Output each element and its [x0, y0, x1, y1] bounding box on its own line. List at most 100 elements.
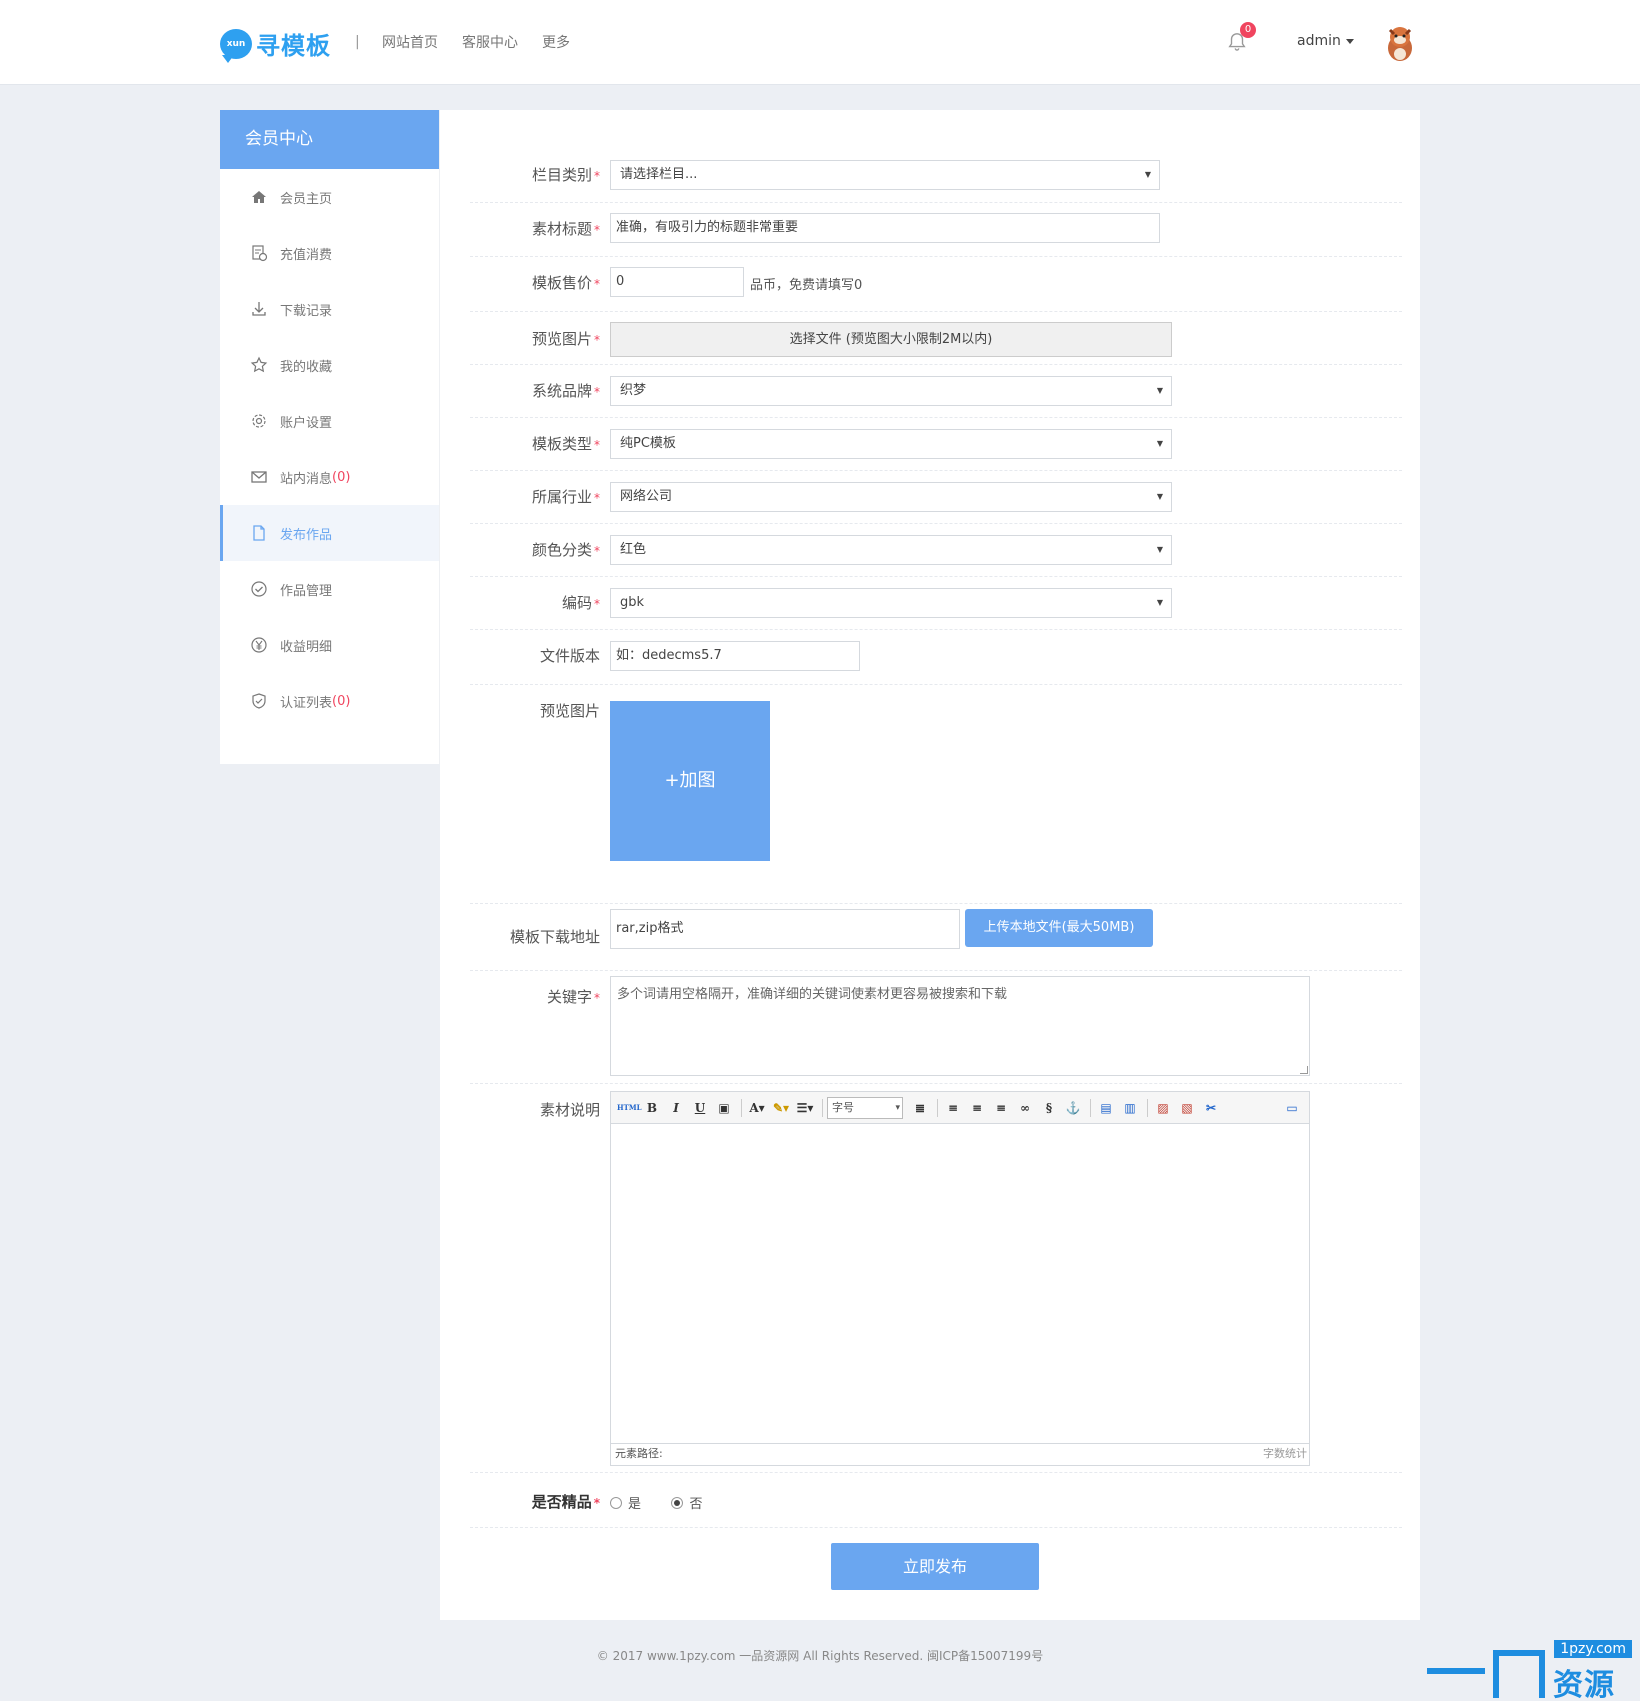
avatar[interactable] — [1383, 22, 1417, 62]
attachment-icon[interactable]: ✂ — [1200, 1097, 1222, 1119]
brand-select[interactable]: 织梦 — [610, 376, 1172, 406]
nav-home-link[interactable]: 网站首页 — [382, 32, 438, 52]
align-justify-icon[interactable]: ≡ — [990, 1097, 1012, 1119]
yen-icon — [251, 637, 267, 653]
line-height-icon[interactable]: ☰▾ — [794, 1097, 816, 1119]
sidebar-item-label: 认证列表 — [280, 695, 333, 711]
align-left-icon[interactable]: ≡ — [942, 1097, 964, 1119]
bold-icon[interactable]: B — [641, 1097, 663, 1119]
required-mark: * — [594, 223, 600, 237]
toolbar-divider — [1090, 1098, 1091, 1117]
html-source-icon[interactable]: HTML — [617, 1097, 642, 1119]
resize-grip-icon[interactable] — [1300, 1066, 1308, 1074]
toolbar-divider — [741, 1098, 742, 1117]
home-icon — [252, 191, 266, 203]
form-row-title: 素材标题 * 准确，有吸引力的标题非常重要 — [470, 203, 1402, 257]
top-header: xun 寻模板 | 网站首页 客服中心 更多 0 admin — [0, 0, 1640, 85]
paste-text-icon[interactable]: ▣ — [713, 1097, 735, 1119]
featured-no-radio[interactable]: 否 — [671, 1493, 702, 1512]
industry-select[interactable]: 网络公司 — [610, 482, 1172, 512]
sidebar-item-label: 作品管理 — [280, 583, 333, 599]
font-size-select[interactable]: 字号 — [827, 1096, 903, 1119]
choose-file-button[interactable]: 选择文件 (预览图大小限制2M以内) — [610, 322, 1172, 357]
required-mark: * — [594, 438, 600, 452]
form-row-brand: 系统品牌 * 织梦 — [470, 365, 1402, 418]
insert-image-icon[interactable]: ▨ — [1152, 1097, 1174, 1119]
keywords-textarea[interactable]: 多个词请用空格隔开，准确详细的关键词使素材更容易被搜索和下载 — [610, 976, 1310, 1076]
color-select[interactable]: 红色 — [610, 535, 1172, 565]
form-row-preview-file: 预览图片 * 选择文件 (预览图大小限制2M以内) — [470, 312, 1402, 365]
sidebar-item-earnings[interactable]: 收益明细 — [220, 617, 439, 673]
sidebar-item-favorites[interactable]: 我的收藏 — [220, 337, 439, 393]
multi-image-icon[interactable]: ▧ — [1176, 1097, 1198, 1119]
image-left-icon[interactable]: ▤ — [1095, 1097, 1117, 1119]
add-image-button[interactable]: +加图 — [610, 701, 770, 861]
anchor-icon[interactable]: ⚓ — [1062, 1097, 1084, 1119]
preview-icon[interactable]: ▭ — [1281, 1097, 1303, 1119]
download-url-input[interactable]: rar,zip格式 — [610, 909, 960, 949]
template-type-select[interactable]: 纯PC模板 — [610, 429, 1172, 459]
sidebar-item-home[interactable]: 会员主页 — [220, 169, 439, 225]
featured-label: 是否精品 — [531, 1493, 592, 1511]
italic-icon[interactable]: I — [665, 1097, 687, 1119]
shield-icon — [252, 693, 266, 709]
gear-icon — [252, 414, 266, 428]
star-icon — [250, 356, 268, 373]
sidebar-item-label: 会员主页 — [280, 191, 333, 207]
site-logo[interactable]: xun 寻模板 — [220, 26, 331, 63]
sidebar-item-settings[interactable]: 账户设置 — [220, 393, 439, 449]
image-center-icon[interactable]: ▥ — [1119, 1097, 1141, 1119]
title-input[interactable]: 准确，有吸引力的标题非常重要 — [610, 213, 1160, 243]
required-mark: * — [594, 544, 600, 558]
unlink-icon[interactable]: § — [1038, 1097, 1060, 1119]
version-input[interactable]: 如：dedecms5.7 — [610, 641, 860, 671]
indent-icon[interactable]: ≣ — [909, 1097, 931, 1119]
radio-label: 是 — [628, 1497, 642, 1512]
category-select[interactable]: 请选择栏目... — [610, 160, 1160, 190]
toolbar-divider — [822, 1098, 823, 1117]
form-row-description: 素材说明 HTML B I U ▣ A▾ ✎▾ ☰▾ 字号 ≣ ≡ ≡ ≡ ∞ … — [470, 1084, 1402, 1473]
underline-icon[interactable]: U — [689, 1097, 711, 1119]
sidebar-item-label: 充值消费 — [280, 247, 333, 263]
sidebar-item-messages[interactable]: 站内消息 (0) — [220, 449, 439, 505]
word-count: 字数统计 — [1263, 1447, 1307, 1460]
recharge-icon — [252, 245, 268, 262]
price-input[interactable]: 0 — [610, 267, 744, 297]
editor-content-area[interactable] — [611, 1124, 1309, 1444]
radio-circle-checked — [671, 1496, 684, 1509]
upload-local-file-button[interactable]: 上传本地文件(最大50MB) — [965, 909, 1153, 947]
required-mark: * — [594, 491, 600, 505]
font-color-icon[interactable]: A▾ — [746, 1097, 768, 1119]
version-label: 文件版本 — [539, 647, 600, 665]
highlight-color-icon[interactable]: ✎▾ — [770, 1097, 792, 1119]
featured-yes-radio[interactable]: 是 — [610, 1493, 641, 1512]
publish-submit-button[interactable]: 立即发布 — [831, 1543, 1039, 1590]
brand-label: 系统品牌 — [531, 382, 592, 400]
required-mark: * — [594, 169, 600, 183]
sidebar-item-certification[interactable]: 认证列表 (0) — [220, 673, 439, 729]
caret-down-icon — [1345, 38, 1354, 44]
sidebar-item-label: 发布作品 — [280, 527, 333, 543]
rich-text-editor: HTML B I U ▣ A▾ ✎▾ ☰▾ 字号 ≣ ≡ ≡ ≡ ∞ § ⚓ — [610, 1091, 1310, 1466]
required-mark: * — [594, 597, 600, 611]
sidebar-item-recharge[interactable]: 充值消费 — [220, 225, 439, 281]
preview-file-label: 预览图片 — [531, 330, 592, 348]
link-icon[interactable]: ∞ — [1014, 1097, 1036, 1119]
sidebar-item-manage[interactable]: 作品管理 — [220, 561, 439, 617]
nav-service-link[interactable]: 客服中心 — [462, 32, 518, 52]
form-row-keywords: 关键字 * 多个词请用空格隔开，准确详细的关键词使素材更容易被搜索和下载 — [470, 971, 1402, 1084]
watermark-logo: 1pzy.com 资源网 — [1425, 1638, 1640, 1701]
nav-more-link[interactable]: 更多 — [542, 32, 570, 52]
download-icon — [252, 302, 266, 316]
user-menu[interactable]: admin — [1297, 33, 1354, 49]
form-row-featured: 是否精品 * 是 否 — [470, 1473, 1402, 1528]
encoding-select[interactable]: gbk — [610, 588, 1172, 618]
editor-toolbar: HTML B I U ▣ A▾ ✎▾ ☰▾ 字号 ≣ ≡ ≡ ≡ ∞ § ⚓ — [611, 1092, 1309, 1124]
align-center-icon[interactable]: ≡ — [966, 1097, 988, 1119]
required-mark: * — [593, 1496, 600, 1510]
sidebar-item-downloads[interactable]: 下载记录 — [220, 281, 439, 337]
sidebar-title: 会员中心 — [220, 110, 439, 169]
sidebar-item-publish[interactable]: 发布作品 — [220, 505, 439, 561]
form-row-category: 栏目类别 * 请选择栏目... — [470, 148, 1402, 203]
watermark-url: 1pzy.com — [1554, 1640, 1632, 1658]
